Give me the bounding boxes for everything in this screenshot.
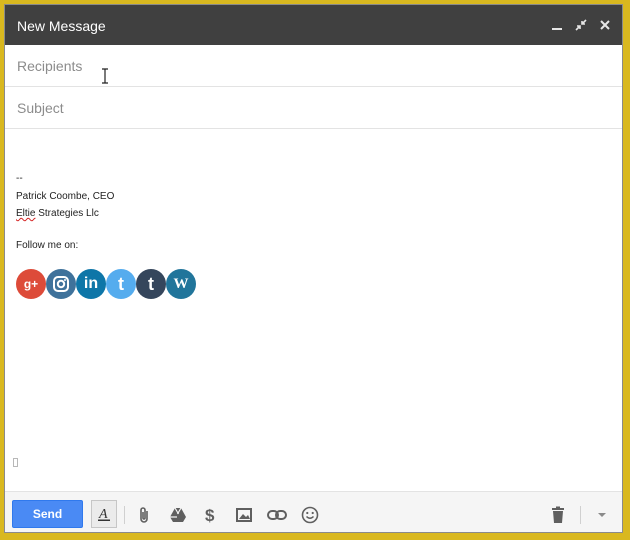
- recipients-row: [5, 45, 622, 87]
- signature-name: Patrick Coombe, CEO: [16, 191, 115, 202]
- trash-icon[interactable]: [548, 505, 568, 525]
- close-icon[interactable]: [594, 14, 616, 36]
- text-cursor-icon: [102, 68, 108, 84]
- signature-company: Eltie Strategies Llc: [16, 208, 99, 219]
- signature-company-rest: Strategies Llc: [35, 208, 99, 219]
- google-plus-icon[interactable]: g+: [16, 269, 46, 299]
- window-title: New Message: [17, 18, 106, 34]
- minimize-icon[interactable]: [546, 14, 568, 36]
- compose-window: New Message -- Patrick Coombe, CEO Eltie…: [4, 4, 623, 533]
- photo-icon[interactable]: [234, 505, 254, 525]
- toolbar-separator: [124, 506, 125, 524]
- tumblr-icon[interactable]: t: [136, 269, 166, 299]
- compose-titlebar[interactable]: New Message: [5, 5, 622, 45]
- more-options-icon[interactable]: [592, 505, 612, 525]
- placeholder-char: [13, 458, 18, 467]
- wordpress-icon[interactable]: W: [166, 269, 196, 299]
- emoji-icon[interactable]: [300, 505, 320, 525]
- pop-in-icon[interactable]: [570, 14, 592, 36]
- signature-separator: --: [16, 173, 23, 184]
- twitter-icon[interactable]: t: [106, 269, 136, 299]
- signature-follow: Follow me on:: [16, 240, 79, 251]
- wordpress-glyph: W: [173, 275, 189, 292]
- money-icon[interactable]: $: [201, 505, 221, 525]
- compose-toolbar: Send A $: [5, 491, 622, 532]
- svg-text:$: $: [205, 506, 215, 524]
- tumblr-glyph: t: [148, 273, 154, 294]
- formatting-icon[interactable]: A: [91, 500, 117, 528]
- subject-input[interactable]: [15, 87, 609, 129]
- instagram-icon[interactable]: [46, 269, 76, 299]
- subject-row: [5, 87, 622, 129]
- google-plus-glyph: g+: [23, 277, 39, 291]
- attach-icon[interactable]: [135, 505, 155, 525]
- link-icon[interactable]: [267, 505, 287, 525]
- toolbar-separator-right: [580, 506, 581, 524]
- linkedin-glyph: in: [83, 275, 99, 292]
- send-button[interactable]: Send: [12, 500, 83, 528]
- twitter-glyph: t: [118, 273, 124, 294]
- misspelled-word[interactable]: Eltie: [16, 208, 35, 219]
- drive-icon[interactable]: [168, 505, 188, 525]
- linkedin-icon[interactable]: in: [76, 269, 106, 299]
